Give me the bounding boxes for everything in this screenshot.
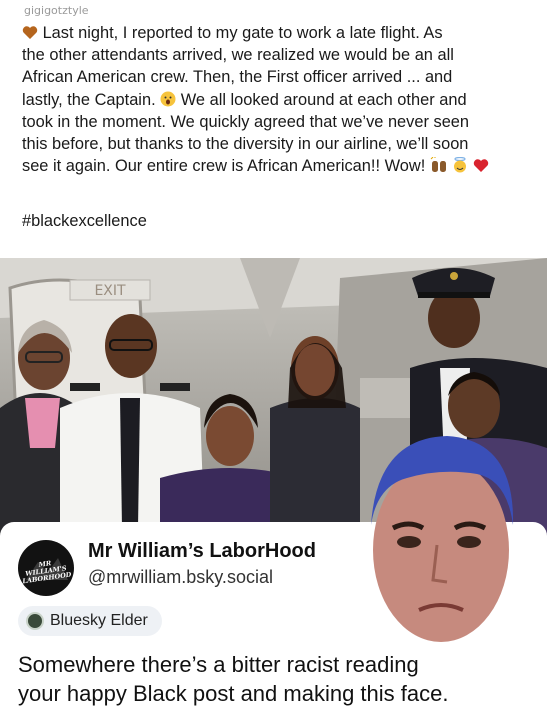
halo-smile-icon <box>454 157 467 173</box>
exit-sign: EXIT <box>94 283 126 299</box>
raised-hands-icon <box>430 157 446 173</box>
post-line: the other attendants arrived, we realize… <box>22 46 454 65</box>
badge-label: Bluesky Elder <box>50 612 148 629</box>
user-handle[interactable]: @mrwilliam.bsky.social <box>88 567 273 588</box>
red-heart-icon <box>473 159 489 173</box>
post-line: Last night, I reported to my gate to wor… <box>22 22 532 44</box>
post-line: see it again. Our entire crew is African… <box>22 155 532 177</box>
brown-heart-icon <box>22 26 38 39</box>
post-line: this before, but thanks to the diversity… <box>22 135 469 154</box>
bluesky-elder-badge-icon <box>26 612 44 630</box>
reaction-face-image <box>357 430 525 652</box>
shocked-face-icon <box>160 91 176 107</box>
avatar[interactable]: MR WILLIAM'S LABORHOOD <box>18 540 74 596</box>
caption: Somewhere there’s a bitter racist readin… <box>18 650 528 708</box>
caption-line: your happy Black post and making this fa… <box>18 681 449 706</box>
caption-line: Somewhere there’s a bitter racist readin… <box>18 652 419 677</box>
bluesky-elder-badge[interactable]: Bluesky Elder <box>18 606 162 636</box>
post-line: took in the moment. We quickly agreed th… <box>22 112 470 131</box>
watermark: gigigotztyle <box>24 4 89 17</box>
post-line: African American crew. Then, the First o… <box>22 68 453 87</box>
hashtag-link[interactable]: #blackexcellence <box>22 212 147 231</box>
display-name[interactable]: Mr William’s LaborHood <box>88 540 316 563</box>
post-body: Last night, I reported to my gate to wor… <box>22 22 532 177</box>
post-line: lastly, the Captain. We all looked aroun… <box>22 90 467 109</box>
